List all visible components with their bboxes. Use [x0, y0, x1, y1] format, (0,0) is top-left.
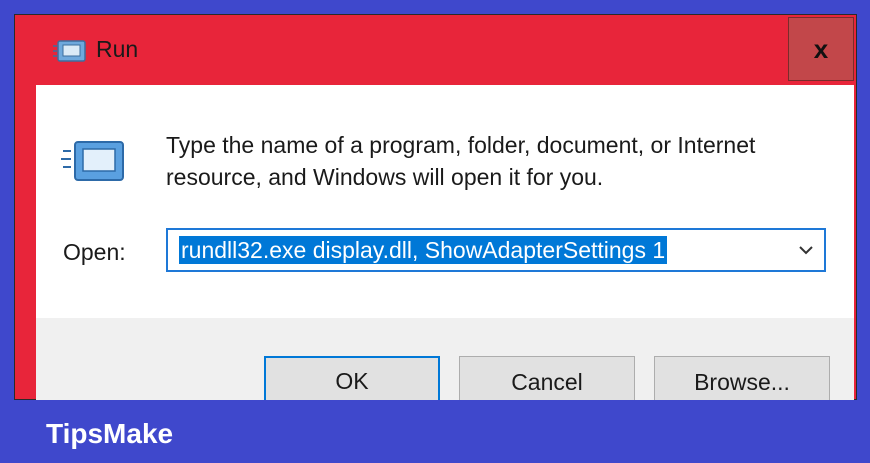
ok-button[interactable]: OK [264, 356, 440, 406]
open-input[interactable]: rundll32.exe display.dll, ShowAdapterSet… [179, 236, 668, 264]
instruction-text: Type the name of a program, folder, docu… [166, 132, 756, 190]
brand-bar: TipsMake [0, 400, 870, 463]
cancel-button[interactable]: Cancel [459, 356, 635, 406]
browse-button[interactable]: Browse... [654, 356, 830, 406]
run-program-icon [61, 141, 124, 181]
run-dialog: Run x Type the name of a program, folder… [14, 14, 857, 406]
title-bar: Run x [15, 15, 856, 85]
chevron-down-icon[interactable] [798, 244, 814, 256]
brand-logo: TipsMake [46, 418, 174, 449]
run-icon [53, 40, 86, 62]
open-combobox[interactable]: rundll32.exe display.dll, ShowAdapterSet… [166, 228, 826, 272]
open-label: Open: [63, 239, 126, 265]
window-title: Run [96, 36, 139, 62]
dialog-body: Type the name of a program, folder, docu… [36, 85, 854, 406]
close-icon: x [813, 33, 829, 64]
close-button[interactable]: x [788, 17, 854, 81]
